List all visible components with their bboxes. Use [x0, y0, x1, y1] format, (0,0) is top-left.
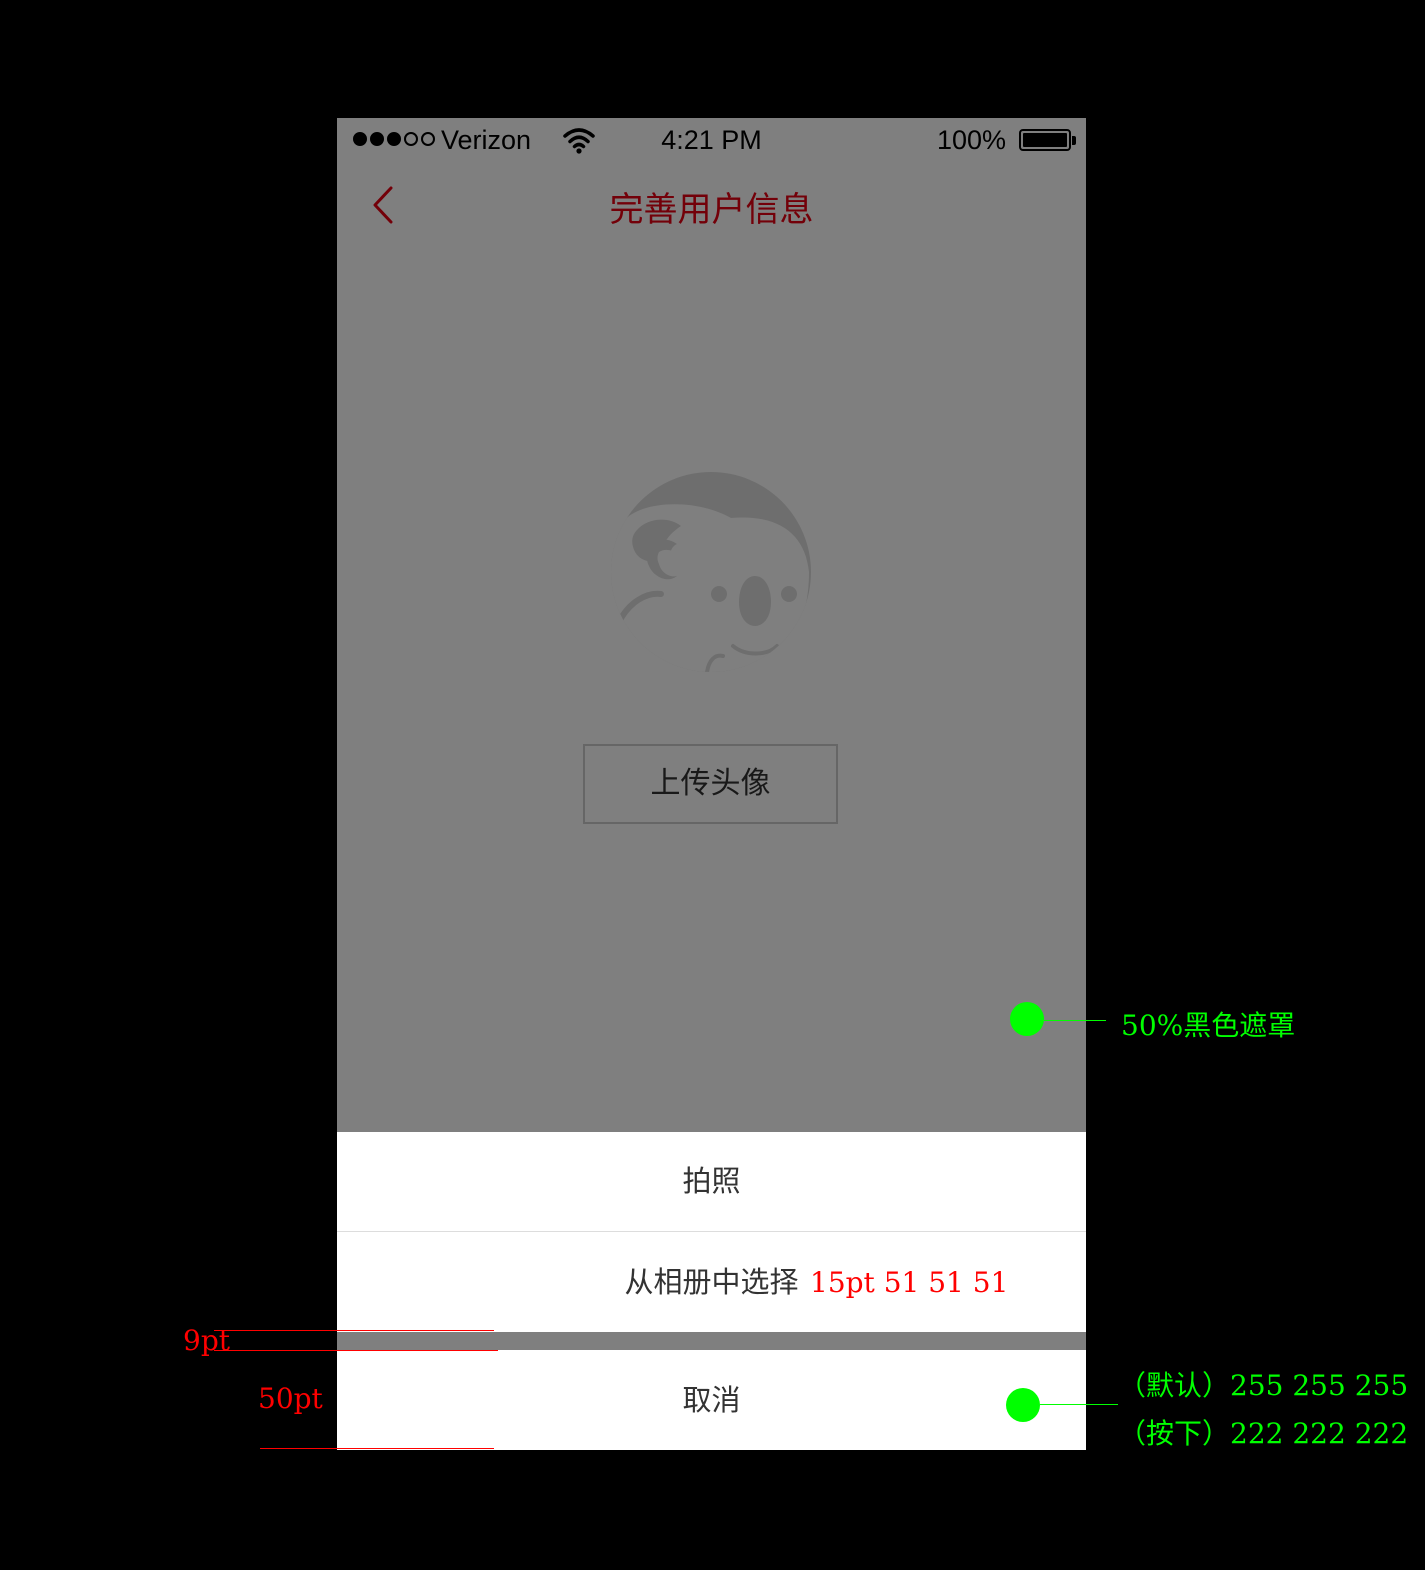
mask-marker-line	[1044, 1020, 1106, 1021]
cancel-marker-line	[1040, 1404, 1118, 1405]
gap-spec-annotation: 9pt	[183, 1324, 230, 1357]
mask-marker-dot	[1010, 1002, 1044, 1036]
height-spec-annotation: 50pt	[258, 1382, 323, 1415]
gap-top-guide-line	[214, 1330, 494, 1331]
height-bottom-guide-line	[260, 1448, 494, 1449]
sheet-gap	[337, 1332, 1086, 1350]
phone-screen: Verizon 4:21 PM 100% 完善用户信息	[337, 118, 1086, 1450]
pressed-color-annotation: （按下）222 222 222	[1118, 1417, 1409, 1450]
cancel-button[interactable]: 取消	[337, 1350, 1086, 1450]
default-color-annotation: （默认）255 255 255	[1118, 1369, 1409, 1402]
font-spec-annotation: 15pt 51 51 51	[810, 1266, 1009, 1299]
cancel-marker-dot	[1006, 1388, 1040, 1422]
mask-note-annotation: 50%黑色遮罩	[1121, 1009, 1296, 1042]
gap-bottom-guide-line	[214, 1350, 498, 1351]
take-photo-option[interactable]: 拍照	[337, 1132, 1086, 1231]
